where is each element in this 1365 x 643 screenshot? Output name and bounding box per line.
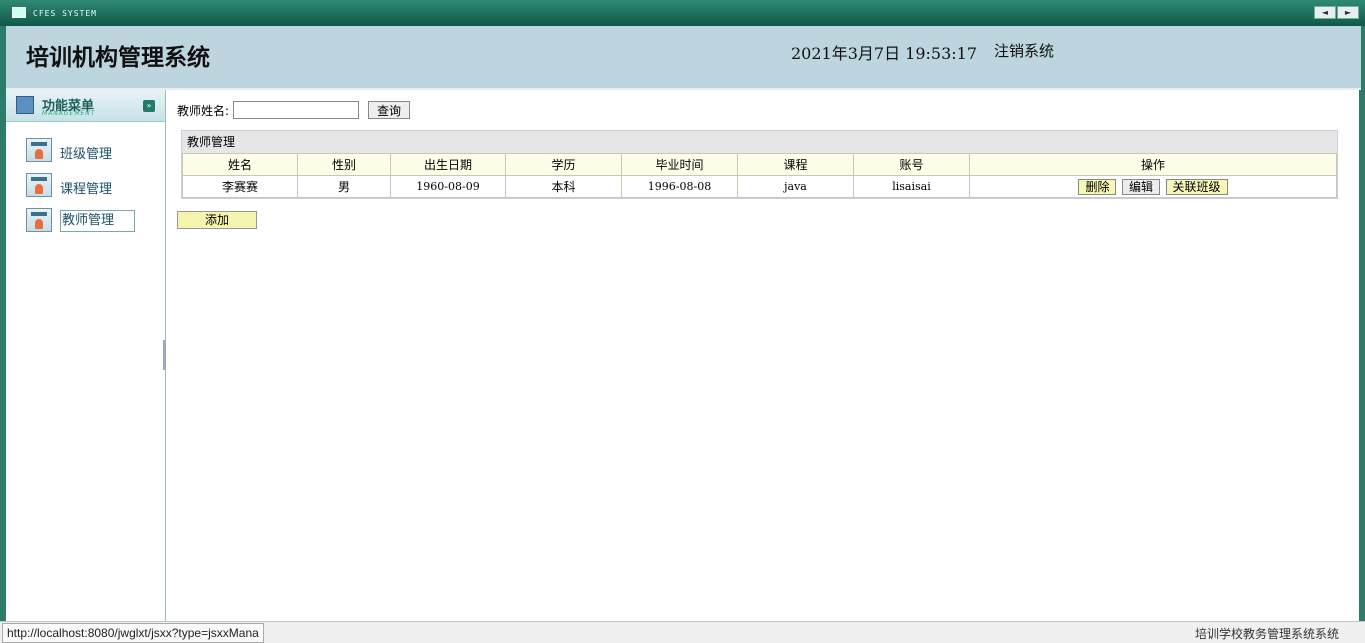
table-caption: 教师管理 xyxy=(182,131,1337,153)
page-header: 培训机构管理系统 2021年3月7日 19:53:17 注销系统 xyxy=(0,26,1365,90)
link-class-button[interactable]: 关联班级 xyxy=(1165,178,1228,195)
menu-header: 功能菜单 MANAGEMENT » xyxy=(6,90,165,122)
cell-account: lisaisai xyxy=(853,175,970,198)
cell-actions: 删除 编辑 关联班级 xyxy=(969,175,1337,198)
menu-subtitle: MANAGEMENT xyxy=(42,110,96,117)
delete-button[interactable]: 删除 xyxy=(1078,178,1117,195)
column-header: 账号 xyxy=(853,153,970,176)
column-header: 课程 xyxy=(737,153,854,176)
main-content: 教师姓名: 查询 教师管理 姓名 性别 出生日期 学历 毕业时间 课程 账号 操… xyxy=(167,90,1359,621)
cell-name: 李赛赛 xyxy=(182,175,298,198)
table-header-row: 姓名 性别 出生日期 学历 毕业时间 课程 账号 操作 xyxy=(182,153,1337,176)
cell-gender: 男 xyxy=(297,175,391,198)
column-header: 出生日期 xyxy=(390,153,506,176)
cell-course: java xyxy=(737,175,854,198)
class-management-icon xyxy=(26,138,52,162)
nav-next-button[interactable]: ► xyxy=(1337,6,1359,19)
teacher-table: 姓名 性别 出生日期 学历 毕业时间 课程 账号 操作 李赛赛 男 1960-0 xyxy=(182,153,1337,198)
teacher-name-input[interactable] xyxy=(233,101,360,119)
monitor-icon xyxy=(12,7,26,18)
column-header: 毕业时间 xyxy=(621,153,738,176)
menu-icon xyxy=(16,96,34,114)
sidebar-item-label: 课程管理 xyxy=(60,182,113,197)
cell-graduation-date: 1996-08-08 xyxy=(621,175,738,198)
page-title: 培训机构管理系统 xyxy=(26,44,210,71)
column-header: 性别 xyxy=(297,153,391,176)
status-footer-text: 培训学校教务管理系统系统 xyxy=(1194,627,1339,641)
sidebar: 功能菜单 MANAGEMENT » 班级管理 课程管理 教师管理 xyxy=(0,90,166,621)
logout-link[interactable]: 注销系统 xyxy=(994,40,1054,61)
column-header: 学历 xyxy=(505,153,622,176)
sidebar-item-course-management[interactable]: 课程管理 xyxy=(26,173,150,199)
sidebar-item-class-management[interactable]: 班级管理 xyxy=(26,138,150,164)
teacher-management-icon xyxy=(26,208,52,232)
search-label: 教师姓名: xyxy=(177,103,230,118)
datetime-display: 2021年3月7日 19:53:17 xyxy=(791,44,978,63)
column-header: 姓名 xyxy=(182,153,298,176)
search-bar: 教师姓名: 查询 xyxy=(177,100,411,120)
app-window: CFES SYSTEM ◄ ► 培训机构管理系统 2021年3月7日 19:53… xyxy=(0,0,1365,643)
system-name: CFES SYSTEM xyxy=(33,9,97,18)
cell-birth-date: 1960-08-09 xyxy=(390,175,506,198)
nav-prev-button[interactable]: ◄ xyxy=(1314,6,1336,19)
frame-right-border xyxy=(1359,90,1365,621)
nav-buttons: ◄ ► xyxy=(1314,6,1359,19)
title-bar: CFES SYSTEM ◄ ► xyxy=(0,0,1365,26)
cell-education: 本科 xyxy=(505,175,622,198)
course-management-icon xyxy=(26,173,52,197)
teacher-table-panel: 教师管理 姓名 性别 出生日期 学历 毕业时间 课程 账号 操作 李赛赛 男 1… xyxy=(181,130,1338,199)
query-button[interactable]: 查询 xyxy=(368,101,411,119)
edit-button[interactable]: 编辑 xyxy=(1121,178,1160,195)
add-button[interactable]: 添加 xyxy=(177,211,257,229)
sidebar-item-label: 教师管理 xyxy=(60,210,136,232)
sidebar-splitter[interactable] xyxy=(163,340,166,370)
table-row: 李赛赛 男 1960-08-09 本科 1996-08-08 java lisa… xyxy=(182,175,1337,198)
sidebar-item-label: 班级管理 xyxy=(60,147,113,162)
status-url: http://localhost:8080/jwglxt/jsxx?type=j… xyxy=(2,623,264,643)
chevron-double-down-icon[interactable]: » xyxy=(143,100,155,112)
sidebar-item-teacher-management[interactable]: 教师管理 xyxy=(26,208,150,234)
column-header: 操作 xyxy=(969,153,1337,176)
status-bar: http://localhost:8080/jwglxt/jsxx?type=j… xyxy=(0,621,1365,643)
